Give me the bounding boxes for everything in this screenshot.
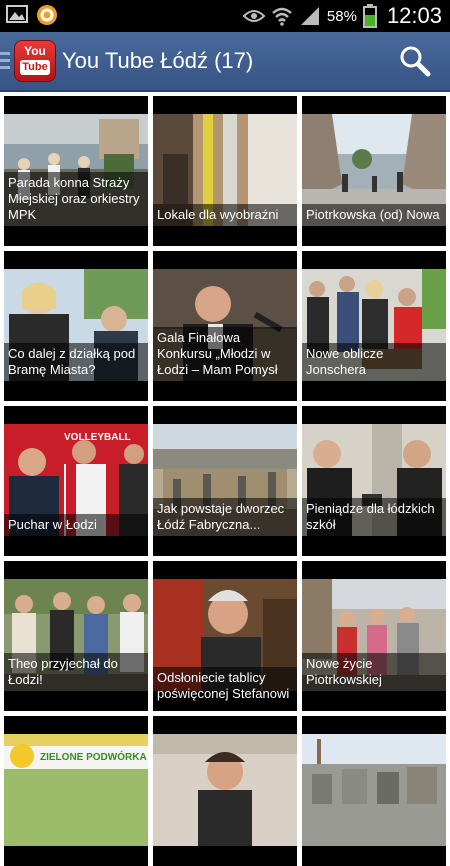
video-title: Nowe życie Piotrkowskiej (302, 653, 446, 691)
video-title: Nowe oblicze Jonschera (302, 343, 446, 381)
search-icon (400, 46, 431, 77)
video-title: Puchar w Łodzi (4, 514, 148, 536)
video-tile[interactable]: Jak powstaje dworzec Łódź Fabryczna... (153, 406, 297, 556)
video-title: Parada konna Straży Miejskiej oraz orkie… (4, 172, 148, 226)
video-tile[interactable]: Nowe życie Piotrkowskiej (302, 561, 446, 711)
video-thumbnail: ZIELONE PODWÓRKA (4, 734, 148, 846)
page-title: You Tube Łódź (17) (62, 48, 254, 73)
video-title: Piotrkowska (od) Nowa (302, 204, 446, 226)
app-logo[interactable]: You Tube (14, 40, 56, 82)
status-bar: 58% 12:03 (0, 0, 450, 32)
video-title: Lokale dla wyobraźni (153, 204, 297, 226)
video-tile[interactable]: Pieniądze dla łódzkich szkół (302, 406, 446, 556)
eye-icon (242, 8, 265, 24)
wifi-icon (271, 6, 293, 26)
video-tile[interactable]: Co dalej z działką pod Bramę Miasta? (4, 251, 148, 401)
video-title: Co dalej z działką pod Bramę Miasta? (4, 343, 148, 381)
video-tile[interactable] (153, 716, 297, 866)
video-tile[interactable]: Piotrkowska (od) Nowa (302, 96, 446, 246)
search-button[interactable] (398, 44, 432, 78)
battery-percent: 58% (326, 7, 357, 25)
clock: 12:03 (386, 3, 442, 28)
thumbnail-banner-text: ZIELONE PODWÓRKA (40, 750, 147, 763)
svg-text:VOLLEYBALL: VOLLEYBALL (64, 432, 131, 443)
video-thumbnail (302, 734, 446, 846)
video-tile[interactable]: VOLLEYBALL Puchar w Łodzi (4, 406, 148, 556)
battery-icon (362, 4, 377, 28)
video-title: Theo przyjechał do Łodzi! (4, 653, 148, 691)
video-tile[interactable]: Parada konna Straży Miejskiej oraz orkie… (4, 96, 148, 246)
video-grid: Parada konna Straży Miejskiej oraz orkie… (4, 96, 446, 866)
action-bar: You Tube You Tube Łódź (17) (0, 32, 450, 92)
video-thumbnail (153, 734, 297, 846)
drawer-indicator-icon[interactable] (0, 52, 10, 73)
app-logo-text-top: You (24, 44, 46, 58)
video-title: Jak powstaje dworzec Łódź Fabryczna... (153, 498, 297, 536)
app-notification-icon (36, 4, 58, 25)
video-title: Pieniądze dla łódzkich szkół (302, 498, 446, 536)
video-tile[interactable]: Gala Finałowa Konkursu „Młodzi w Łodzi –… (153, 251, 297, 401)
signal-icon (299, 6, 321, 26)
video-title: Gala Finałowa Konkursu „Młodzi w Łodzi –… (153, 327, 297, 381)
video-tile[interactable]: Theo przyjechał do Łodzi! (4, 561, 148, 711)
video-tile[interactable]: Lokale dla wyobraźni (153, 96, 297, 246)
image-icon (6, 4, 28, 24)
video-tile[interactable]: ZIELONE PODWÓRKA (4, 716, 148, 866)
video-tile[interactable]: Odsłoniecie tablicy poświęconej Stefanow… (153, 561, 297, 711)
video-tile[interactable]: Nowe oblicze Jonschera (302, 251, 446, 401)
app-logo-text-bottom: Tube (20, 60, 50, 75)
video-title: Odsłoniecie tablicy poświęconej Stefanow… (153, 667, 297, 705)
video-tile[interactable] (302, 716, 446, 866)
